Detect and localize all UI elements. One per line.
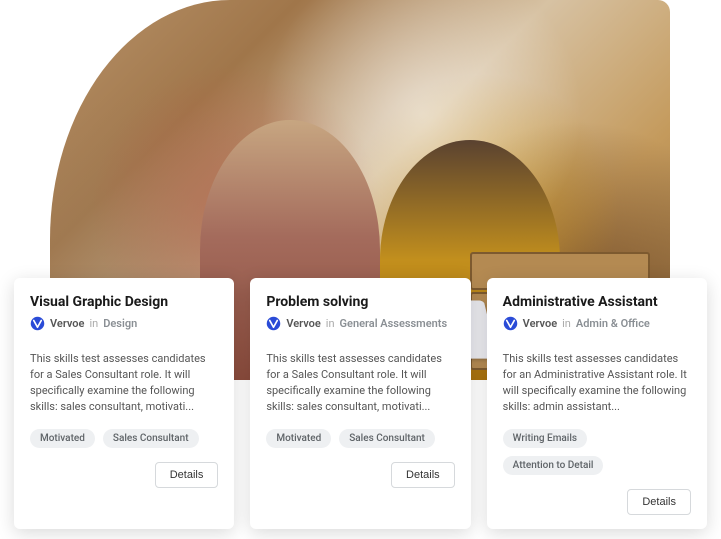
card-author: Vervoe bbox=[50, 317, 84, 330]
card-footer: Details bbox=[266, 462, 454, 488]
card-author: Vervoe bbox=[286, 317, 320, 330]
card-meta: Vervoe in Admin & Office bbox=[503, 316, 691, 331]
card-author: Vervoe bbox=[523, 317, 557, 330]
card-meta: Vervoe in General Assessments bbox=[266, 316, 454, 331]
card-in-label: in bbox=[326, 317, 335, 330]
vervoe-logo-icon bbox=[266, 316, 281, 331]
skill-tag[interactable]: Motivated bbox=[266, 429, 331, 448]
skill-tag[interactable]: Writing Emails bbox=[503, 429, 587, 448]
card-title: Visual Graphic Design bbox=[30, 294, 218, 310]
card-title: Administrative Assistant bbox=[503, 294, 691, 310]
card-description: This skills test assesses candidates for… bbox=[266, 351, 454, 415]
card-tags: Writing Emails Attention to Detail bbox=[503, 429, 691, 475]
card-category[interactable]: General Assessments bbox=[340, 317, 448, 330]
vervoe-logo-icon bbox=[30, 316, 45, 331]
assessment-card[interactable]: Administrative Assistant Vervoe in Admin… bbox=[487, 278, 707, 529]
card-category[interactable]: Admin & Office bbox=[576, 317, 650, 330]
skill-tag[interactable]: Motivated bbox=[30, 429, 95, 448]
card-description: This skills test assesses candidates for… bbox=[503, 351, 691, 415]
assessment-card[interactable]: Problem solving Vervoe in General Assess… bbox=[250, 278, 470, 529]
vervoe-logo-icon bbox=[503, 316, 518, 331]
card-tags: Motivated Sales Consultant bbox=[266, 429, 454, 448]
card-footer: Details bbox=[30, 462, 218, 488]
details-button[interactable]: Details bbox=[391, 462, 455, 488]
skill-tag[interactable]: Sales Consultant bbox=[339, 429, 435, 448]
assessment-card[interactable]: Visual Graphic Design Vervoe in Design T… bbox=[14, 278, 234, 529]
skill-tag[interactable]: Attention to Detail bbox=[503, 456, 604, 475]
card-in-label: in bbox=[89, 317, 98, 330]
skill-tag[interactable]: Sales Consultant bbox=[103, 429, 199, 448]
card-title: Problem solving bbox=[266, 294, 454, 310]
card-description: This skills test assesses candidates for… bbox=[30, 351, 218, 415]
card-category[interactable]: Design bbox=[103, 317, 137, 330]
card-meta: Vervoe in Design bbox=[30, 316, 218, 331]
card-footer: Details bbox=[503, 489, 691, 515]
card-tags: Motivated Sales Consultant bbox=[30, 429, 218, 448]
details-button[interactable]: Details bbox=[627, 489, 691, 515]
details-button[interactable]: Details bbox=[155, 462, 219, 488]
card-in-label: in bbox=[562, 317, 571, 330]
card-row: Visual Graphic Design Vervoe in Design T… bbox=[14, 278, 707, 529]
